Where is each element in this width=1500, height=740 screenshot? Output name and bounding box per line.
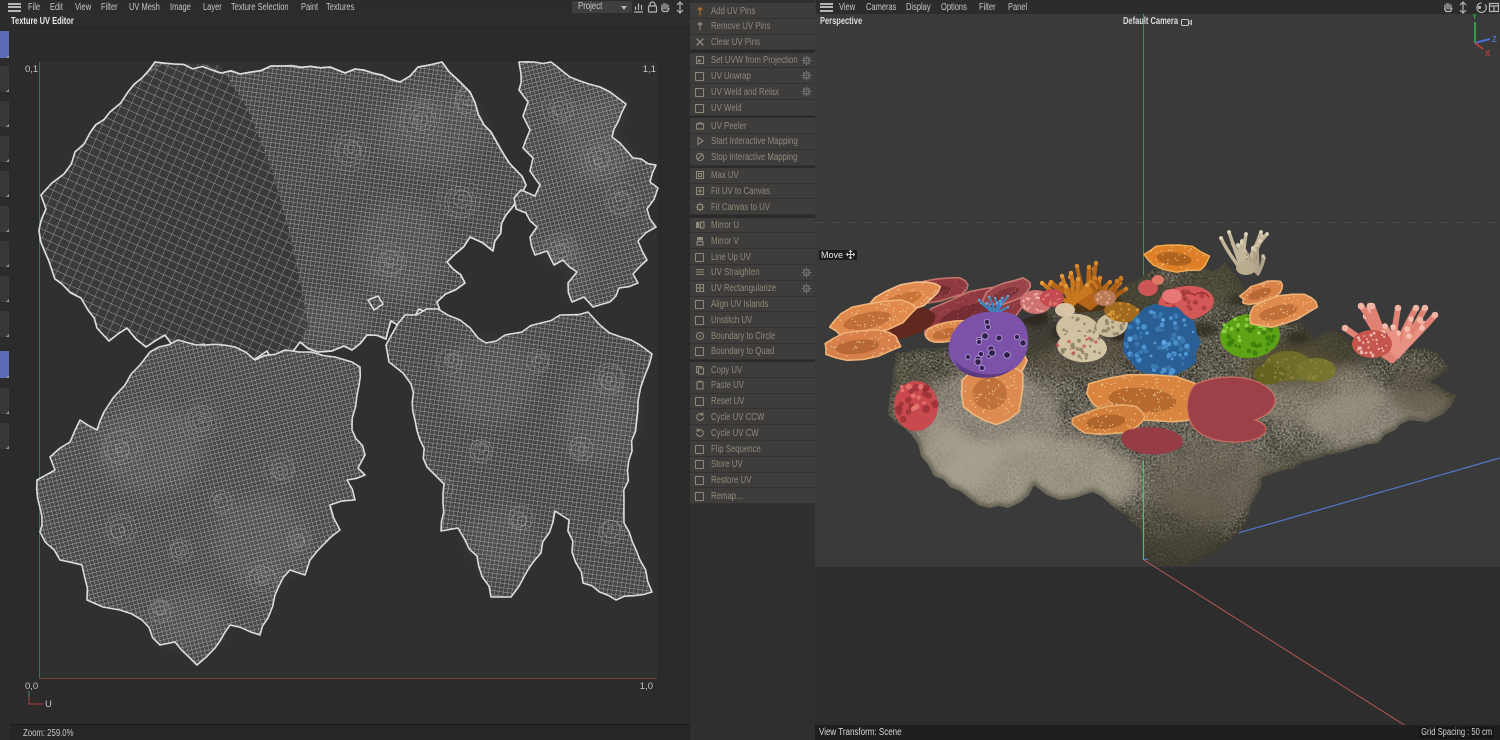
svg-text:X: X <box>1485 49 1491 58</box>
svg-text:1,1: 1,1 <box>643 64 656 75</box>
svg-text:Y: Y <box>1472 14 1478 21</box>
svg-text:0,0: 0,0 <box>25 681 38 692</box>
svg-text:U: U <box>45 699 52 710</box>
svg-text:1,0: 1,0 <box>640 681 653 692</box>
svg-text:Z: Z <box>1492 35 1497 44</box>
svg-text:0,1: 0,1 <box>25 64 38 75</box>
